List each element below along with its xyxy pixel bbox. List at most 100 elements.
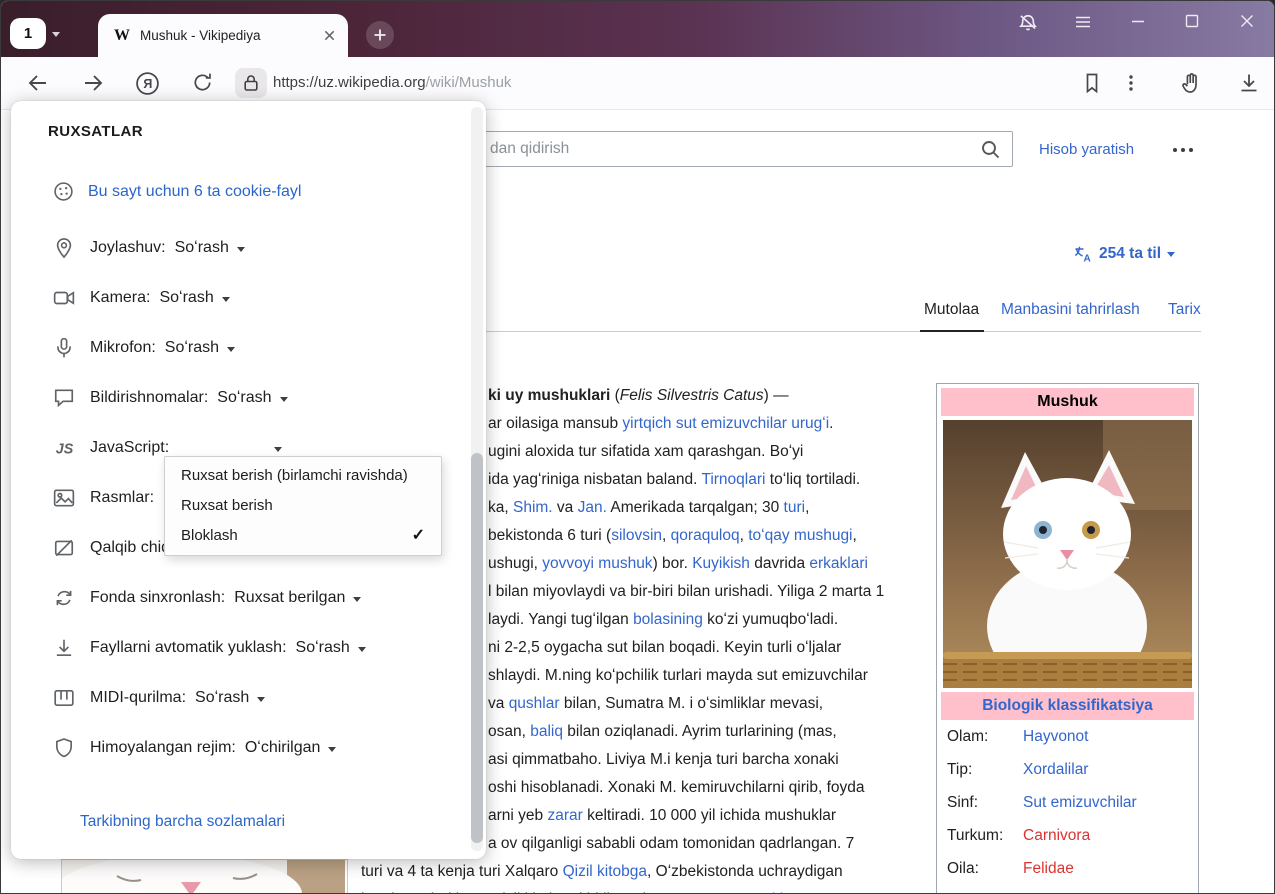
article-text-segment: ushugi,: [488, 555, 542, 572]
sync-icon: [53, 587, 75, 609]
maximize-icon[interactable]: [1183, 12, 1205, 34]
classification-value-link[interactable]: Hayvonot: [1023, 728, 1088, 746]
new-tab-button[interactable]: [366, 21, 394, 49]
bookmark-icon[interactable]: [1081, 71, 1105, 95]
tab-close-icon[interactable]: [323, 29, 336, 42]
permission-row: Himoyalangan rejim:Oʻchirilgan: [53, 723, 446, 773]
yandex-icon[interactable]: Я: [135, 71, 159, 95]
permission-value[interactable]: Ruxsat berilgan: [234, 589, 345, 607]
article-link[interactable]: yirtqich sut emizuvchilar urugʻi: [622, 415, 829, 432]
language-selector[interactable]: A 254 ta til: [1073, 244, 1175, 264]
create-account-link[interactable]: Hisob yaratish: [1039, 141, 1134, 158]
site-permissions-lock-button[interactable]: [235, 68, 267, 98]
permission-value[interactable]: Soʻrash: [165, 339, 219, 357]
article-link[interactable]: Kuyikish: [692, 555, 750, 572]
tab-group-button[interactable]: 1: [10, 18, 46, 49]
classification-header[interactable]: Biologik klassifikatsiya: [941, 692, 1194, 720]
article-line: barcha turlari ham Qizil kitobga kiritil…: [361, 886, 783, 894]
article-link[interactable]: bolasining: [633, 611, 703, 628]
language-icon: A: [1073, 244, 1093, 264]
tab-edit-source[interactable]: Manbasini tahrirlash: [1001, 301, 1140, 319]
permission-value[interactable]: Soʻrash: [175, 239, 229, 257]
chevron-down-icon[interactable]: [222, 297, 230, 306]
autodownload-icon: [53, 637, 75, 659]
article-text-segment: (: [610, 387, 619, 404]
article-link[interactable]: yovvoyi mushuk: [542, 555, 652, 572]
chevron-down-icon[interactable]: [358, 647, 366, 656]
menu-item[interactable]: Ruxsat berish: [165, 491, 441, 521]
classification-value-link[interactable]: Sut emizuvchilar: [1023, 794, 1137, 812]
camera-icon: [53, 287, 75, 309]
article-link[interactable]: silovsin: [611, 527, 662, 544]
article-link[interactable]: erkaklari: [809, 555, 868, 572]
article-text-segment: ki uy mushuklari: [488, 387, 610, 404]
permission-label: MIDI-qurilma:: [90, 689, 186, 707]
tab-group-chevron-icon[interactable]: [52, 32, 60, 41]
article-link[interactable]: Jan.: [578, 499, 607, 516]
menu-hamburger-icon[interactable]: [1073, 12, 1095, 34]
hand-gesture-icon[interactable]: [1179, 71, 1203, 95]
article-link[interactable]: toʻqay mushugi: [748, 527, 852, 544]
forward-icon[interactable]: [81, 71, 105, 95]
article-link[interactable]: Shim.: [513, 499, 553, 516]
close-icon[interactable]: [1238, 12, 1260, 34]
panel-scrollbar-thumb[interactable]: [471, 453, 483, 843]
article-text-segment: Amerikada tarqalgan; 30: [607, 499, 784, 516]
chevron-down-icon[interactable]: [227, 347, 235, 356]
article-text-segment: bilan, Sumatra M. i oʻsimliklar mevasi,: [560, 695, 824, 712]
article-text-segment: bilan oziqlanadi. Ayrim turlarining (mas…: [563, 723, 837, 740]
article-link[interactable]: Tirnoqlari: [701, 471, 765, 488]
permission-label: Bildirishnomalar:: [90, 389, 208, 407]
downloads-icon[interactable]: [1237, 71, 1261, 95]
tab-read[interactable]: Mutolaa: [924, 301, 979, 319]
article-cat-thumbnail[interactable]: [61, 859, 348, 894]
browser-tab[interactable]: W Mushuk - Vikipediya: [98, 14, 348, 57]
article-line: ugini aloxida tur sifatida xam qarashgan…: [488, 438, 803, 466]
reload-icon[interactable]: [191, 71, 215, 95]
chevron-down-icon[interactable]: [353, 597, 361, 606]
article-link[interactable]: qoraquloq: [671, 527, 740, 544]
back-icon[interactable]: [26, 71, 50, 95]
notifications-off-icon[interactable]: [1017, 12, 1039, 34]
search-icon[interactable]: [980, 139, 1001, 160]
article-text-segment: laydi. Yangi tugʻilgan: [488, 611, 633, 628]
permission-label: Fayllarni avtomatik yuklash:: [90, 639, 287, 657]
cookie-row[interactable]: Bu sayt uchun 6 ta cookie-fayl: [53, 181, 301, 202]
classification-value-link[interactable]: Felidae: [1023, 860, 1074, 878]
chevron-down-icon[interactable]: [237, 247, 245, 256]
user-menu-more-icon[interactable]: [1173, 148, 1193, 152]
tab-history[interactable]: Tarix: [1168, 301, 1201, 319]
permission-value[interactable]: Soʻrash: [159, 289, 213, 307]
article-line: ida yagʻriniga nisbatan baland. Tirnoqla…: [488, 466, 860, 494]
article-link[interactable]: baliq: [530, 723, 563, 740]
article-link[interactable]: qushlar: [509, 695, 560, 712]
classification-row: Tip:Xordalilar: [941, 753, 1194, 786]
article-link[interactable]: zarar: [547, 807, 582, 824]
article-line: a ov qilganligi sababli odam tomonidan q…: [488, 830, 854, 858]
article-text-segment: ,: [740, 527, 749, 544]
midi-icon: [53, 687, 75, 709]
chevron-down-icon[interactable]: [280, 397, 288, 406]
url-domain: https://uz.wikipedia.org: [273, 74, 426, 91]
permission-value[interactable]: Soʻrash: [296, 639, 350, 657]
chevron-down-icon[interactable]: [257, 697, 265, 706]
menu-item[interactable]: Ruxsat berish (birlamchi ravishda): [165, 461, 441, 491]
location-icon: [53, 237, 75, 259]
taxobox-title: Mushuk: [941, 388, 1194, 416]
minimize-icon[interactable]: [1129, 12, 1151, 34]
cookie-link[interactable]: Bu sayt uchun 6 ta cookie-fayl: [88, 183, 301, 201]
article-link[interactable]: Qizil kitobga: [563, 863, 647, 880]
menu-item[interactable]: Bloklash✓: [165, 521, 441, 551]
content-settings-link[interactable]: Tarkibning barcha sozlamalari: [80, 813, 285, 831]
permission-value[interactable]: Oʻchirilgan: [245, 739, 321, 757]
article-line: osan, baliq bilan oziqlanadi. Ayrim turl…: [488, 718, 837, 746]
article-link[interactable]: turi: [784, 499, 806, 516]
chevron-down-icon[interactable]: [274, 447, 282, 456]
classification-value-link[interactable]: Carnivora: [1023, 827, 1090, 845]
classification-value-link[interactable]: Xordalilar: [1023, 761, 1088, 779]
permission-value[interactable]: Soʻrash: [195, 689, 249, 707]
chevron-down-icon[interactable]: [328, 747, 336, 756]
permission-value[interactable]: Soʻrash: [217, 389, 271, 407]
more-vertical-icon[interactable]: [1121, 71, 1145, 95]
address-bar[interactable]: https://uz.wikipedia.org/wiki/Mushuk: [273, 74, 511, 91]
